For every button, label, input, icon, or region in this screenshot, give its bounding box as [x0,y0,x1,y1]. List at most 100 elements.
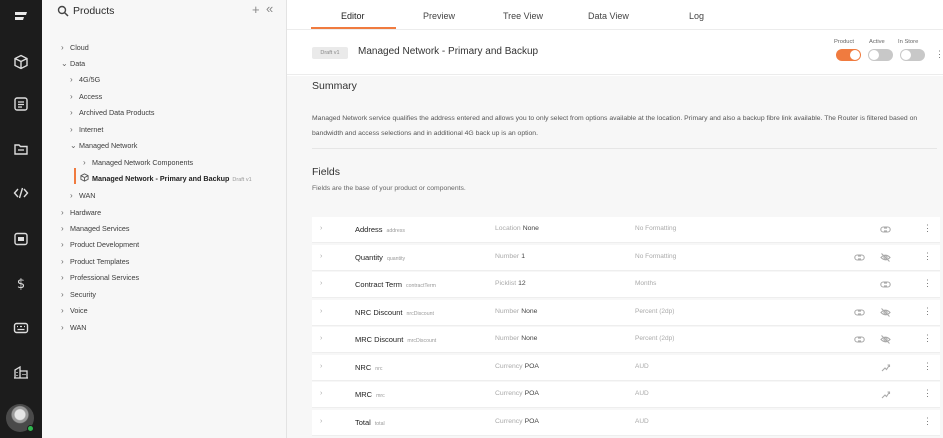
eye-off-icon[interactable] [880,252,891,263]
link-icon[interactable] [854,334,865,345]
tree-item-label: WAN [79,191,96,200]
tab-preview[interactable]: Preview [423,11,455,21]
tree-item[interactable]: › 4G/5G [70,72,100,87]
in-store-toggle[interactable] [900,49,925,61]
expand-row-chevron-icon[interactable]: › [320,225,322,232]
field-menu-button[interactable]: ⋮ [923,416,932,426]
field-type-label: Currency [495,362,523,370]
link-icon[interactable] [854,307,865,318]
summary-heading: Summary [312,80,357,92]
chevron-down-icon[interactable]: ⌄ [70,138,79,153]
field-menu-button[interactable]: ⋮ [923,306,932,316]
field-menu-button[interactable]: ⋮ [923,361,932,371]
tree-item[interactable]: › Access [70,89,102,104]
tree-item[interactable]: Managed Network - Primary and Backup Draf… [80,171,252,186]
keyboard-icon[interactable] [10,317,32,339]
field-menu-button[interactable]: ⋮ [923,389,932,398]
link-icon[interactable] [880,224,891,235]
chevron-right-icon[interactable]: › [61,287,70,302]
chevron-right-icon[interactable]: › [61,254,70,269]
tree-item[interactable]: › Voice [61,303,88,318]
eye-off-icon[interactable] [880,307,891,318]
calendar-icon[interactable] [10,228,32,250]
field-menu-button[interactable]: ⋮ [923,334,932,343]
tree-item[interactable]: ⌄ Data [61,56,85,71]
tree-item[interactable]: › Security [61,287,96,302]
active-tab-underline [311,27,396,29]
field-row[interactable]: › MRC Discount mrcDiscount Number None Percen… [312,327,940,353]
tab-log[interactable]: Log [689,11,704,21]
chevron-down-icon[interactable]: ⌄ [61,56,70,71]
formula-icon[interactable] [880,362,891,373]
collapse-panel-button[interactable]: « [266,2,273,15]
active-toggle[interactable] [868,49,893,61]
chevron-right-icon[interactable]: › [61,270,70,285]
tree-item[interactable]: › WAN [70,188,96,203]
tree-item[interactable]: › Internet [70,122,103,137]
tree-item[interactable]: › Product Development [61,237,139,252]
field-menu-button[interactable]: ⋮ [923,251,932,261]
chevron-right-icon[interactable]: › [61,221,70,236]
eye-off-icon[interactable] [880,334,891,345]
tree-item[interactable]: › Managed Network Components [83,155,193,170]
field-menu-button[interactable]: ⋮ [923,279,932,288]
field-key: mrcDiscount [407,338,437,344]
chevron-right-icon[interactable]: › [61,320,70,335]
chevron-right-icon[interactable]: › [61,40,70,55]
tree-item[interactable]: › Product Templates [61,254,129,269]
add-product-button[interactable]: + [252,3,260,16]
expand-row-chevron-icon[interactable]: › [320,418,322,425]
field-row[interactable]: › Contract Term contractTerm Picklist 12 Mont… [312,272,940,298]
tree-item[interactable]: › Cloud [61,40,89,55]
link-icon[interactable] [880,279,891,290]
cube-icon[interactable] [10,51,32,73]
chevron-right-icon[interactable]: › [70,89,79,104]
tab-data-view[interactable]: Data View [588,11,629,21]
chevron-right-icon[interactable]: › [83,155,92,170]
building-icon[interactable] [10,361,32,383]
chevron-right-icon[interactable]: › [70,105,79,120]
tree-item[interactable]: › WAN [61,320,87,335]
tree-item[interactable]: › Hardware [61,205,101,220]
product-toggle[interactable] [836,49,861,61]
link-icon[interactable] [854,252,865,263]
code-icon[interactable] [10,182,32,204]
chevron-right-icon[interactable]: › [61,205,70,220]
list-icon[interactable] [10,93,32,115]
expand-row-chevron-icon[interactable]: › [320,308,322,315]
expand-row-chevron-icon[interactable]: › [320,280,322,287]
brand-logo-icon[interactable] [10,6,32,28]
field-type-label: Location [495,225,521,232]
tab-editor[interactable]: Editor [341,11,365,21]
expand-row-chevron-icon[interactable]: › [320,390,322,397]
tree-item[interactable]: › Professional Services [61,270,139,285]
product-menu-button[interactable]: ⋮ [935,50,943,59]
field-row[interactable]: › NRC Discount nrcDiscount Number None Percen… [312,299,940,326]
dollar-icon[interactable]: $ [10,272,32,294]
field-key: quantity [386,255,406,262]
field-row[interactable]: › NRC nrc Currency POA AUD ⋮ [312,354,940,381]
search-icon[interactable] [57,5,69,17]
chevron-right-icon[interactable]: › [61,303,70,318]
folder-icon[interactable] [10,138,32,160]
tree-item[interactable]: › Archived Data Products [70,105,155,120]
chevron-right-icon[interactable]: › [70,188,79,203]
field-row[interactable]: › Total total Currency POA AUD ⋮ [312,409,940,436]
field-row[interactable]: › Quantity quantity Number 1 No Formatting ⋮ [312,244,940,271]
field-row[interactable]: › MRC mrc Currency POA AUD ⋮ [312,382,940,408]
product-title: Managed Network - Primary and Backup [358,46,539,57]
tree-item[interactable]: › Managed Services [61,221,130,236]
tree-item[interactable]: ⌄ Managed Network [70,138,137,153]
field-format: No Formatting [635,252,677,260]
field-menu-button[interactable]: ⋮ [923,224,932,233]
formula-icon[interactable] [880,389,891,400]
field-row[interactable]: › Address address Location None No Formatting… [312,217,940,243]
chevron-right-icon[interactable]: › [61,237,70,252]
tree-item-label: Data [70,59,86,68]
expand-row-chevron-icon[interactable]: › [320,335,322,342]
chevron-right-icon[interactable]: › [70,72,79,87]
chevron-right-icon[interactable]: › [70,122,79,137]
expand-row-chevron-icon[interactable]: › [320,253,322,260]
tab-tree-view[interactable]: Tree View [503,11,543,21]
expand-row-chevron-icon[interactable]: › [320,363,322,370]
